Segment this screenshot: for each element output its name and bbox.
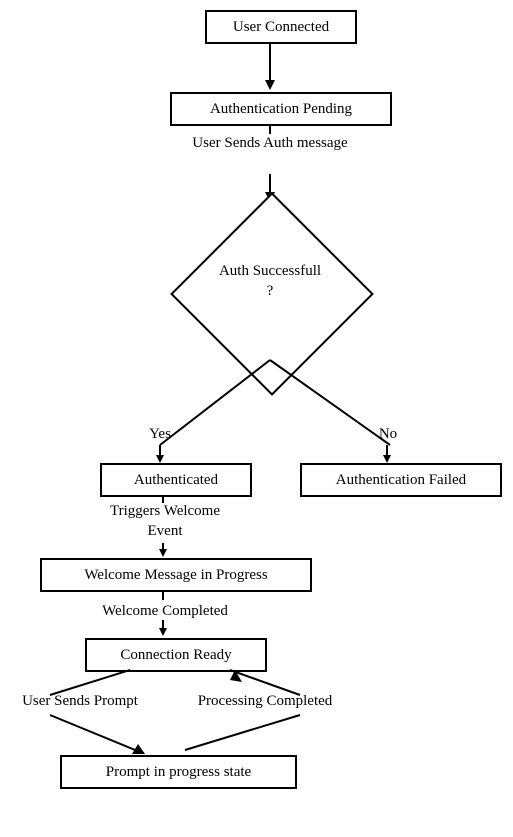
edge-label-no: No <box>368 425 408 445</box>
edge-label-triggers-welcome: Triggers Welcome Event <box>100 502 230 541</box>
arrow-icon <box>382 445 392 465</box>
node-connection-ready: Connection Ready <box>85 638 267 672</box>
node-label: User Connected <box>233 19 329 35</box>
edge-label-sends-prompt: User Sends Prompt <box>5 692 155 712</box>
edge-text: Yes <box>149 426 171 442</box>
edge-label-yes: Yes <box>140 425 180 445</box>
node-prompt-progress: Prompt in progress state <box>60 755 297 789</box>
edge-text: Processing Completed <box>198 693 333 709</box>
edge-text: User Sends Auth message <box>192 135 347 151</box>
edge-text: No <box>379 426 397 442</box>
node-label: Authentication Pending <box>210 101 352 117</box>
node-label: Authenticated <box>134 472 218 488</box>
edge-text: User Sends Prompt <box>22 693 138 709</box>
decision-text: Auth Successfull ? <box>219 263 321 299</box>
node-welcome-progress: Welcome Message in Progress <box>40 558 312 592</box>
edge-text: Welcome Completed <box>102 603 228 619</box>
node-label: Authentication Failed <box>336 472 466 488</box>
node-label: Welcome Message in Progress <box>84 567 267 583</box>
node-auth-failed: Authentication Failed <box>300 463 502 497</box>
node-label: Connection Ready <box>120 647 231 663</box>
node-auth-pending: Authentication Pending <box>170 92 392 126</box>
edge-text: Triggers Welcome Event <box>110 503 220 539</box>
edge-label-processing-completed: Processing Completed <box>180 692 350 712</box>
node-label: Prompt in progress state <box>106 764 251 780</box>
decision-label: Auth Successfull ? <box>215 262 325 301</box>
edge-label-welcome-completed: Welcome Completed <box>90 602 240 622</box>
arrow-icon <box>155 445 165 465</box>
arrow-icon <box>265 42 275 92</box>
node-authenticated: Authenticated <box>100 463 252 497</box>
edge-label-sends-auth: User Sends Auth message <box>190 134 350 154</box>
node-user-connected: User Connected <box>205 10 357 44</box>
